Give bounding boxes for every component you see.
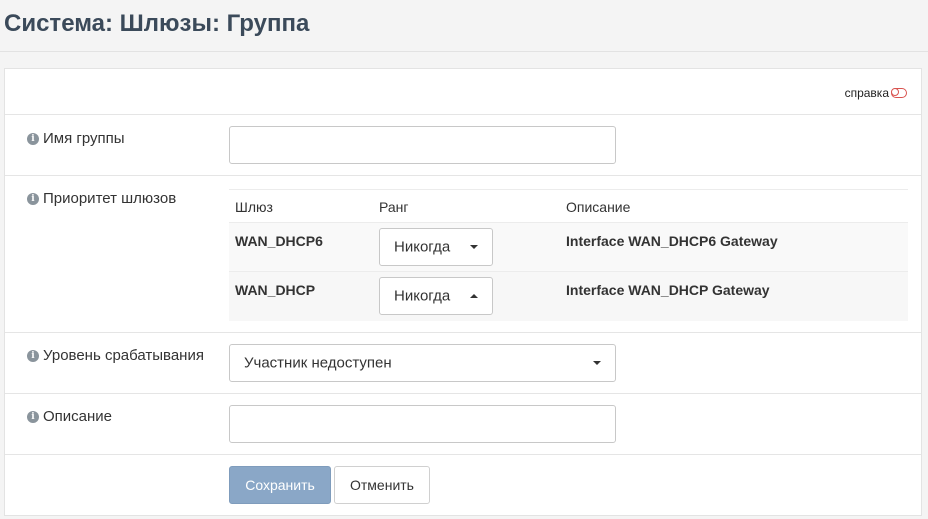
column-header-tier: Ранг bbox=[379, 199, 409, 215]
trigger-level-row: i Уровень срабатывания Участник недоступ… bbox=[5, 333, 921, 394]
page-header: Система: Шлюзы: Группа bbox=[0, 0, 928, 52]
info-circle-icon[interactable]: i bbox=[27, 349, 39, 362]
gateway-group-form-panel: справка i Имя группы i Приоритет шлюзов … bbox=[4, 68, 922, 516]
gateway-priority-table: Шлюз Ранг Описание WAN_DHCP6 Никогда Int… bbox=[229, 189, 908, 321]
tier-select-value: Никогда bbox=[394, 287, 451, 305]
help-row: справка bbox=[5, 69, 921, 115]
column-header-description: Описание bbox=[566, 199, 631, 215]
tier-select-value: Никогда bbox=[394, 238, 451, 256]
page-title: Система: Шлюзы: Группа bbox=[4, 10, 310, 37]
save-button[interactable]: Сохранить bbox=[229, 466, 331, 504]
caret-down-icon bbox=[470, 245, 478, 249]
gateway-description: Interface WAN_DHCP6 Gateway bbox=[566, 233, 778, 249]
help-label: справка bbox=[844, 86, 889, 100]
info-circle-icon[interactable]: i bbox=[27, 410, 39, 423]
toggle-off-icon bbox=[891, 88, 907, 98]
info-circle-icon[interactable]: i bbox=[27, 132, 39, 145]
tier-select[interactable]: Никогда bbox=[379, 277, 493, 315]
tier-select[interactable]: Никогда bbox=[379, 228, 493, 266]
cancel-button[interactable]: Отменить bbox=[334, 466, 430, 504]
gateway-name: WAN_DHCP bbox=[235, 282, 316, 298]
gateway-priority-label: i Приоритет шлюзов bbox=[27, 190, 176, 207]
gateway-description: Interface WAN_DHCP Gateway bbox=[566, 282, 770, 298]
description-row: i Описание bbox=[5, 394, 921, 455]
column-header-gateway: Шлюз bbox=[235, 199, 273, 215]
gateway-name: WAN_DHCP6 bbox=[235, 233, 323, 249]
trigger-level-select[interactable]: Участник недоступен bbox=[229, 344, 616, 382]
gateway-priority-row: i Приоритет шлюзов Шлюз Ранг Описание WA… bbox=[5, 176, 921, 333]
info-circle-icon[interactable]: i bbox=[27, 192, 39, 205]
group-name-label: i Имя группы bbox=[27, 130, 125, 147]
table-row: WAN_DHCP6 Никогда Interface WAN_DHCP6 Ga… bbox=[229, 223, 908, 272]
help-toggle-link[interactable]: справка bbox=[845, 86, 907, 100]
group-name-input[interactable] bbox=[229, 126, 616, 164]
caret-up-icon bbox=[470, 294, 478, 298]
trigger-level-value: Участник недоступен bbox=[244, 354, 392, 372]
description-input[interactable] bbox=[229, 405, 616, 443]
table-row: WAN_DHCP Никогда Interface WAN_DHCP Gate… bbox=[229, 272, 908, 321]
table-header: Шлюз Ранг Описание bbox=[229, 189, 908, 223]
group-name-row: i Имя группы bbox=[5, 115, 921, 176]
description-label: i Описание bbox=[27, 408, 112, 425]
trigger-level-label: i Уровень срабатывания bbox=[27, 347, 204, 364]
caret-down-icon bbox=[593, 361, 601, 365]
